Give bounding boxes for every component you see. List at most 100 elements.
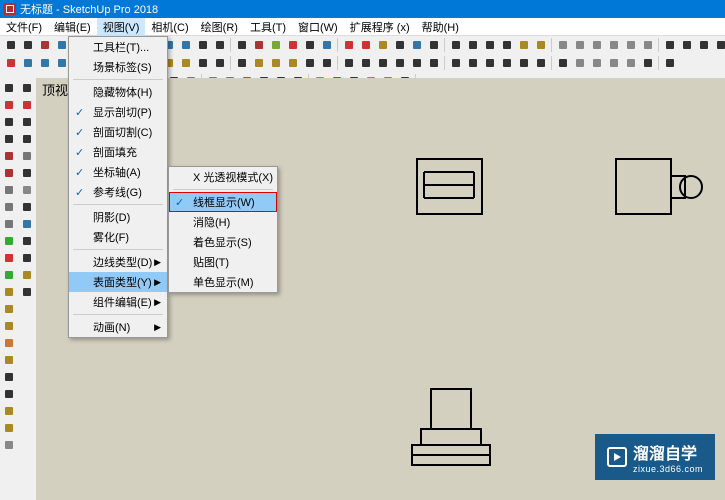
toolbar-icon[interactable] (1, 403, 17, 419)
menu-item[interactable]: 隐藏物体(H) (69, 82, 167, 102)
menu-7[interactable]: 扩展程序 (x) (344, 18, 416, 36)
menu-item[interactable]: 组件编辑(E)▶ (69, 292, 167, 312)
toolbar-icon[interactable] (1, 80, 17, 96)
submenu-item[interactable]: 单色显示(M) (169, 272, 277, 292)
menu-1[interactable]: 编辑(E) (48, 18, 97, 36)
toolbar-icon[interactable] (555, 37, 571, 53)
toolbar-icon[interactable] (1, 369, 17, 385)
toolbar-icon[interactable] (375, 37, 391, 53)
menu-5[interactable]: 工具(T) (244, 18, 292, 36)
toolbar-icon[interactable] (623, 55, 639, 71)
toolbar-icon[interactable] (19, 182, 35, 198)
toolbar-icon[interactable] (19, 131, 35, 147)
toolbar-icon[interactable] (589, 37, 605, 53)
toolbar-icon[interactable] (37, 37, 53, 53)
toolbar-icon[interactable] (234, 37, 250, 53)
toolbar-icon[interactable] (341, 37, 357, 53)
menu-item[interactable]: 阴影(D) (69, 207, 167, 227)
toolbar-icon[interactable] (358, 55, 374, 71)
toolbar-icon[interactable] (1, 318, 17, 334)
toolbar-icon[interactable] (19, 97, 35, 113)
toolbar-icon[interactable] (465, 37, 481, 53)
menu-item[interactable]: ✓参考线(G) (69, 182, 167, 202)
toolbar-icon[interactable] (212, 55, 228, 71)
toolbar-icon[interactable] (251, 37, 267, 53)
menu-8[interactable]: 帮助(H) (416, 18, 465, 36)
toolbar-icon[interactable] (1, 114, 17, 130)
menu-item[interactable]: 工具栏(T)... (69, 37, 167, 57)
toolbar-icon[interactable] (19, 250, 35, 266)
toolbar-icon[interactable] (426, 37, 442, 53)
toolbar-icon[interactable] (178, 37, 194, 53)
toolbar-icon[interactable] (302, 37, 318, 53)
toolbar-icon[interactable] (1, 182, 17, 198)
toolbar-icon[interactable] (448, 55, 464, 71)
menu-item[interactable]: 表面类型(Y)▶ (69, 272, 167, 292)
toolbar-icon[interactable] (251, 55, 267, 71)
menu-3[interactable]: 相机(C) (145, 18, 194, 36)
toolbar-icon[interactable] (319, 55, 335, 71)
toolbar-icon[interactable] (268, 55, 284, 71)
toolbar-icon[interactable] (1, 335, 17, 351)
toolbar-icon[interactable] (341, 55, 357, 71)
toolbar-icon[interactable] (1, 284, 17, 300)
toolbar-icon[interactable] (623, 37, 639, 53)
toolbar-icon[interactable] (1, 233, 17, 249)
toolbar-icon[interactable] (358, 37, 374, 53)
toolbar-icon[interactable] (195, 37, 211, 53)
toolbar-icon[interactable] (640, 55, 656, 71)
menu-item[interactable]: ✓剖面切割(C) (69, 122, 167, 142)
toolbar-icon[interactable] (606, 37, 622, 53)
toolbar-icon[interactable] (37, 55, 53, 71)
toolbar-icon[interactable] (662, 55, 678, 71)
toolbar-icon[interactable] (572, 55, 588, 71)
toolbar-icon[interactable] (1, 437, 17, 453)
toolbar-icon[interactable] (19, 199, 35, 215)
toolbar-icon[interactable] (392, 37, 408, 53)
toolbar-icon[interactable] (20, 37, 36, 53)
submenu-item[interactable]: 贴图(T) (169, 252, 277, 272)
toolbar-icon[interactable] (1, 352, 17, 368)
toolbar-icon[interactable] (178, 55, 194, 71)
toolbar-icon[interactable] (319, 37, 335, 53)
toolbar-icon[interactable] (212, 37, 228, 53)
toolbar-icon[interactable] (482, 37, 498, 53)
toolbar-icon[interactable] (1, 148, 17, 164)
toolbar-icon[interactable] (195, 55, 211, 71)
toolbar-icon[interactable] (1, 97, 17, 113)
toolbar-icon[interactable] (1, 199, 17, 215)
toolbar-icon[interactable] (409, 55, 425, 71)
toolbar-icon[interactable] (19, 80, 35, 96)
toolbar-icon[interactable] (696, 37, 712, 53)
toolbar-icon[interactable] (234, 55, 250, 71)
toolbar-icon[interactable] (375, 55, 391, 71)
submenu-item[interactable]: ✓线框显示(W) (169, 192, 277, 212)
toolbar-icon[interactable] (392, 55, 408, 71)
menu-6[interactable]: 窗口(W) (292, 18, 344, 36)
menu-item[interactable]: ✓显示剖切(P) (69, 102, 167, 122)
toolbar-icon[interactable] (1, 250, 17, 266)
toolbar-icon[interactable] (606, 55, 622, 71)
menu-4[interactable]: 绘图(R) (195, 18, 244, 36)
toolbar-icon[interactable] (499, 55, 515, 71)
toolbar-icon[interactable] (19, 148, 35, 164)
toolbar-icon[interactable] (19, 284, 35, 300)
toolbar-icon[interactable] (19, 114, 35, 130)
toolbar-icon[interactable] (285, 37, 301, 53)
menu-2[interactable]: 视图(V) (97, 18, 146, 36)
toolbar-icon[interactable] (516, 55, 532, 71)
toolbar-icon[interactable] (1, 420, 17, 436)
toolbar-icon[interactable] (19, 216, 35, 232)
toolbar-icon[interactable] (409, 37, 425, 53)
menu-item[interactable]: 动画(N)▶ (69, 317, 167, 337)
menu-item[interactable]: ✓剖面填充 (69, 142, 167, 162)
toolbar-icon[interactable] (1, 386, 17, 402)
toolbar-icon[interactable] (516, 37, 532, 53)
toolbar-icon[interactable] (679, 37, 695, 53)
toolbar-icon[interactable] (589, 55, 605, 71)
toolbar-icon[interactable] (285, 55, 301, 71)
toolbar-icon[interactable] (555, 55, 571, 71)
toolbar-icon[interactable] (1, 267, 17, 283)
toolbar-icon[interactable] (533, 55, 549, 71)
menu-item[interactable]: 边线类型(D)▶ (69, 252, 167, 272)
